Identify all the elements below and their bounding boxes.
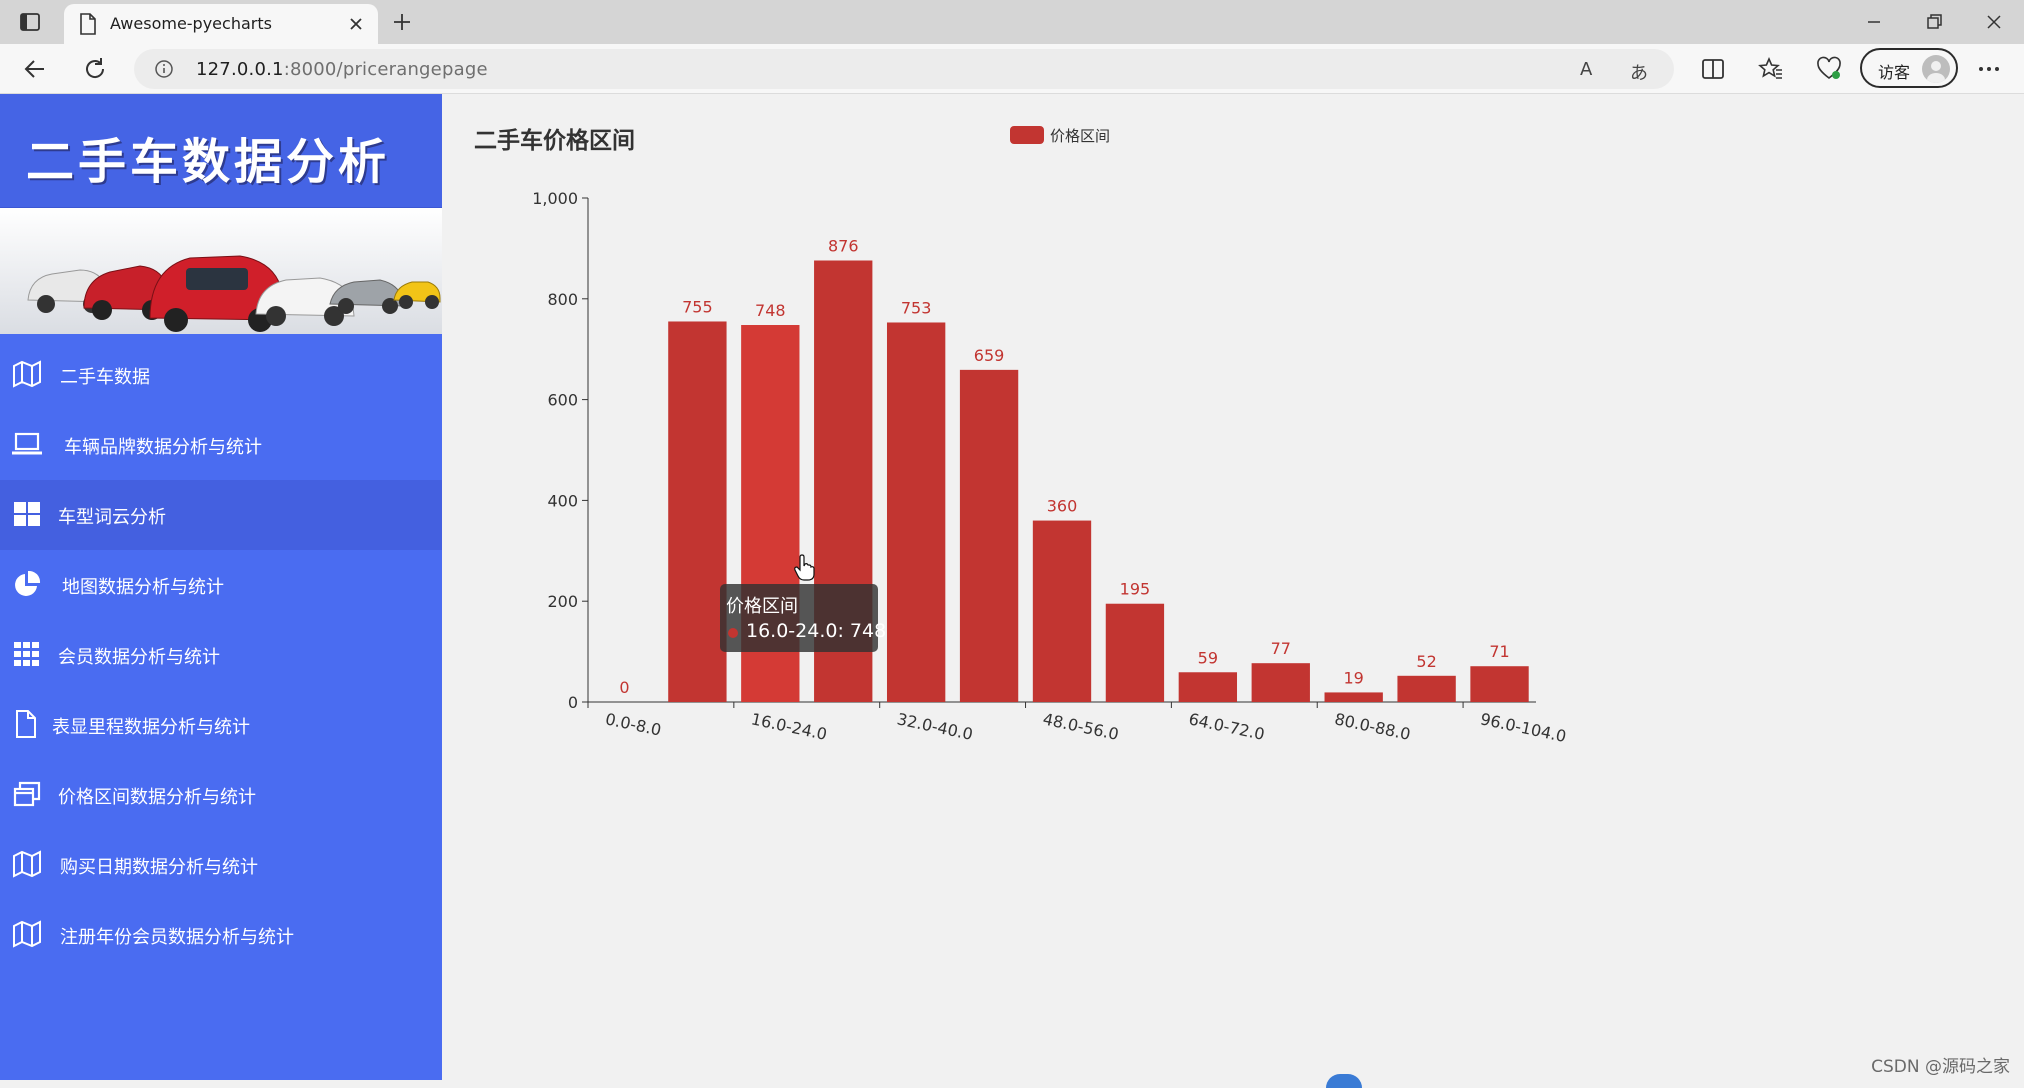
bar-value-label: 195 — [1120, 580, 1151, 599]
y-tick-label: 600 — [547, 391, 578, 410]
tooltip-series: 价格区间 — [726, 596, 798, 617]
x-tick-label: 64.0-72.0 — [1187, 709, 1266, 744]
bar — [1397, 675, 1456, 702]
bar — [1251, 663, 1310, 702]
bar-value-label: 755 — [682, 297, 713, 316]
bar-value-label: 77 — [1271, 639, 1291, 658]
bar-value-label: 659 — [974, 346, 1005, 365]
bar-value-label: 52 — [1416, 652, 1436, 671]
bar — [959, 369, 1019, 702]
y-tick-label: 200 — [547, 592, 578, 611]
floating-indicator — [1326, 1074, 1362, 1088]
x-tick-label: 96.0-104.0 — [1479, 709, 1568, 746]
watermark: CSDN @源码之家 — [1871, 1057, 2010, 1077]
y-tick-label: 1,000 — [532, 189, 578, 208]
bar — [1324, 692, 1383, 702]
bar-value-label: 748 — [755, 301, 786, 320]
bar-value-label: 71 — [1489, 642, 1509, 661]
bar — [1178, 672, 1238, 702]
bar-value-label: 360 — [1047, 497, 1078, 516]
x-tick-label: 32.0-40.0 — [895, 709, 974, 744]
tooltip-value: 16.0-24.0: 748 — [746, 620, 887, 642]
bar — [886, 322, 946, 702]
bar-value-label: 753 — [901, 298, 932, 317]
bar-chart: 02004006008001,0000755 748876753659360195… — [532, 189, 1568, 746]
x-tick-label: 48.0-56.0 — [1041, 709, 1120, 744]
x-tick-label: 80.0-88.0 — [1333, 709, 1412, 744]
y-tick-label: 0 — [568, 693, 578, 712]
bar — [668, 321, 727, 702]
bar — [1032, 520, 1092, 702]
bar-value-label: 59 — [1198, 648, 1218, 667]
hand-cursor-icon — [794, 554, 815, 581]
y-tick-label: 400 — [547, 491, 578, 510]
bar-value-label: 876 — [828, 236, 859, 255]
tooltip-marker — [728, 628, 738, 638]
bar — [1105, 603, 1165, 702]
y-tick-label: 800 — [547, 290, 578, 309]
chart-tooltip: 价格区间 16.0-24.0: 748 — [720, 584, 886, 652]
bar-value-label: 19 — [1344, 668, 1364, 687]
bar — [1470, 666, 1529, 702]
x-tick-label: 0.0-8.0 — [604, 709, 663, 739]
x-tick-label: 16.0-24.0 — [749, 709, 828, 744]
bar-value-label: 0 — [619, 678, 629, 697]
